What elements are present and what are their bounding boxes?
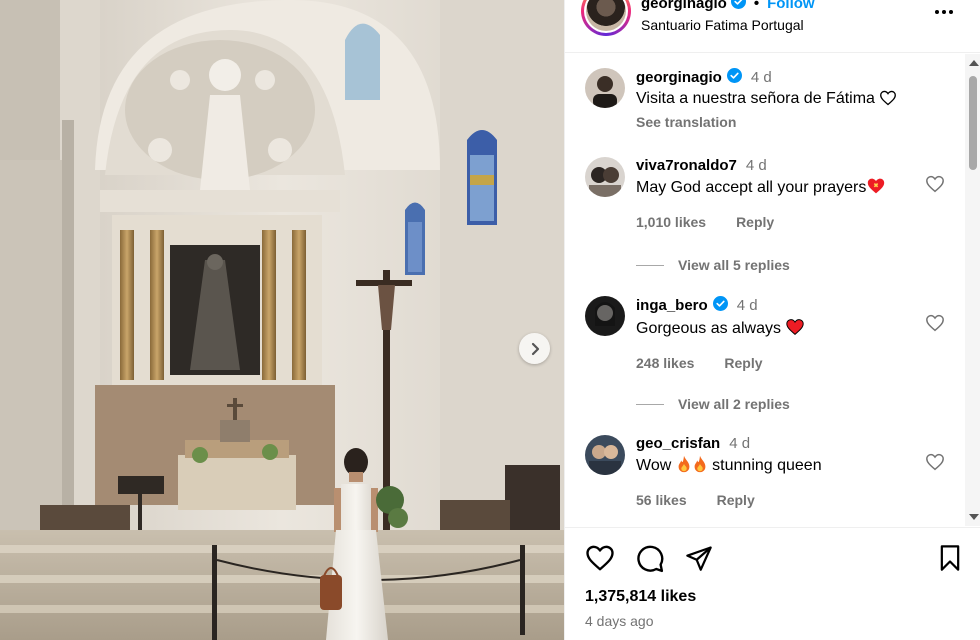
comment-time[interactable]: 4 d [746,157,767,174]
bookmark-icon[interactable] [937,544,963,577]
post-timestamp[interactable]: 4 days ago [585,613,654,629]
author-username[interactable]: georginagio [641,0,727,12]
comment-item: viva7ronaldo7 4 d May God accept all you… [585,157,945,237]
next-photo-button[interactable] [519,333,550,364]
comment-text-start: Wow [636,457,672,474]
heart-icon[interactable] [585,544,615,577]
comment-text: May God accept all your prayers [636,177,926,200]
reply-button[interactable]: Reply [724,355,762,371]
comment-text-content: May God accept all your prayers [636,179,867,196]
caption: georginagio 4 d Visita a nuestra señora … [585,68,945,138]
scrollbar-thumb[interactable] [969,76,977,170]
avatar[interactable] [585,435,625,475]
comment-username[interactable]: inga_bero [636,297,708,314]
view-replies-button[interactable]: View all 2 replies [636,396,790,412]
comment-text-end: stunning queen [712,457,822,474]
post-header: georginagio • Follow Santuario Fatima Po… [565,0,980,53]
more-options-icon[interactable] [935,6,959,18]
comment-time[interactable]: 4 d [737,297,758,314]
post-side-panel: georginagio • Follow Santuario Fatima Po… [564,0,980,640]
verified-badge-icon [726,68,742,87]
comments-scrollbar[interactable] [965,54,980,526]
comment-likes[interactable]: 56 likes [636,492,687,508]
comment-item: inga_bero 4 d Gorgeous as always 248 lik… [585,296,945,376]
view-replies-label: View all 5 replies [678,257,790,273]
view-replies-button[interactable]: View all 5 replies [636,257,790,273]
avatar[interactable] [585,296,625,336]
scroll-up-arrow-icon[interactable] [969,60,979,66]
comment-likes[interactable]: 248 likes [636,355,694,371]
author-avatar[interactable] [581,0,631,36]
fire-emoji-icon [692,455,708,478]
sparkling-heart-emoji-icon [866,177,886,200]
follow-button[interactable]: Follow [767,0,815,12]
comment-username[interactable]: geo_crisfan [636,435,720,452]
replies-divider [636,264,664,266]
comment-time[interactable]: 4 d [751,69,772,86]
comment-text-content: Gorgeous as always [636,320,781,337]
action-bar [585,544,963,574]
verified-badge-icon [730,0,746,13]
avatar[interactable] [585,157,625,197]
reply-button[interactable]: Reply [717,492,755,508]
white-heart-emoji-icon [879,90,897,111]
avatar[interactable] [585,68,625,108]
post-photo [0,0,564,640]
view-replies-label: View all 2 replies [678,396,790,412]
comment-likes[interactable]: 1,010 likes [636,214,706,230]
heart-icon[interactable] [925,453,945,476]
church-interior-image [0,0,564,640]
comment-icon[interactable] [635,544,665,579]
chevron-right-icon [528,342,542,356]
comment-time[interactable]: 4 d [729,435,750,452]
heart-icon[interactable] [925,175,945,198]
comment-text: Wow stunning queen [636,455,926,478]
comments-list[interactable]: georginagio 4 d Visita a nuestra señora … [565,54,980,526]
reply-button[interactable]: Reply [736,214,774,230]
verified-badge-icon [712,296,728,315]
share-icon[interactable] [685,544,713,577]
heart-icon[interactable] [925,314,945,337]
comment-text: Gorgeous as always [636,318,926,341]
post-footer: 1,375,814 likes 4 days ago [565,527,980,640]
comment-username[interactable]: georginagio [636,69,722,86]
red-heart-emoji-icon [785,318,805,341]
author-line: georginagio • Follow [641,0,815,13]
post-like-count[interactable]: 1,375,814 likes [585,588,696,606]
separator-dot: • [753,0,760,12]
see-translation-link[interactable]: See translation [636,114,926,130]
comment-text: Visita a nuestra señora de Fátima [636,90,926,111]
replies-divider [636,403,664,405]
fire-emoji-icon [676,455,692,478]
comment-item: geo_crisfan 4 d Wow stunning queen 56 li… [585,435,945,515]
scroll-down-arrow-icon[interactable] [969,514,979,520]
comment-text-content: Visita a nuestra señora de Fátima [636,90,875,107]
post-location[interactable]: Santuario Fatima Portugal [641,17,804,33]
comment-username[interactable]: viva7ronaldo7 [636,157,737,174]
